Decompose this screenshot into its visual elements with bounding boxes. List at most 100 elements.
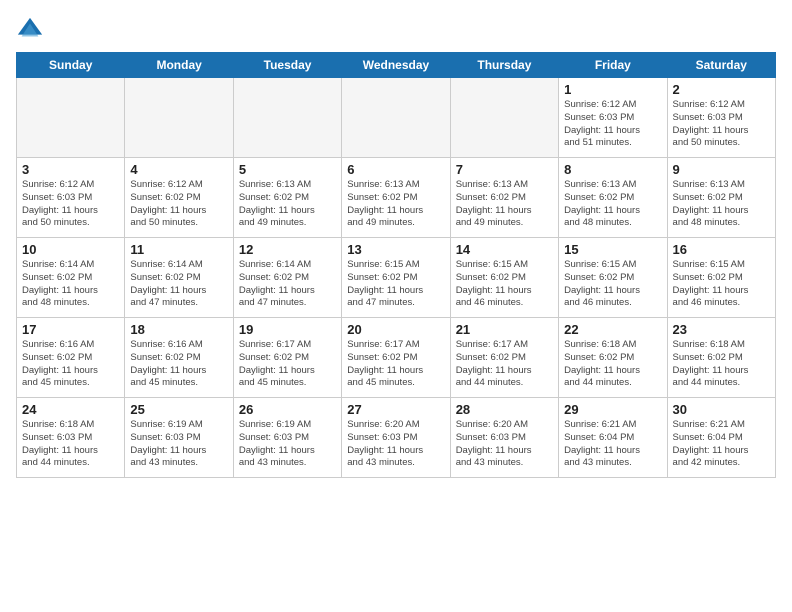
weekday-thursday: Thursday [450,53,558,78]
calendar-cell: 15 Sunrise: 6:15 AM Sunset: 6:02 PM Dayli… [559,238,667,318]
week-row-5: 24 Sunrise: 6:18 AM Sunset: 6:03 PM Dayli… [17,398,776,478]
calendar-cell: 8Sunrise: 6:13 AM Sunset: 6:02 PM Daylig… [559,158,667,238]
calendar-cell [125,78,233,158]
calendar-cell: 17 Sunrise: 6:16 AM Sunset: 6:02 PM Dayli… [17,318,125,398]
day-number: 26 [239,402,336,417]
day-number: 2 [673,82,770,97]
day-info: Sunrise: 6:13 AM Sunset: 6:02 PM Dayligh… [347,179,444,230]
day-number: 30 [673,402,770,417]
day-info: Sunrise: 6:20 AM Sunset: 6:03 PM Dayligh… [347,419,444,470]
calendar-cell: 24 Sunrise: 6:18 AM Sunset: 6:03 PM Dayli… [17,398,125,478]
week-row-1: 1Sunrise: 6:12 AM Sunset: 6:03 PM Daylig… [17,78,776,158]
calendar-cell: 16 Sunrise: 6:15 AM Sunset: 6:02 PM Dayli… [667,238,775,318]
calendar-cell: 27 Sunrise: 6:20 AM Sunset: 6:03 PM Dayli… [342,398,450,478]
day-info: Sunrise: 6:13 AM Sunset: 6:02 PM Dayligh… [564,179,661,230]
day-number: 27 [347,402,444,417]
calendar-body: 1Sunrise: 6:12 AM Sunset: 6:03 PM Daylig… [17,78,776,478]
day-number: 12 [239,242,336,257]
calendar-cell [342,78,450,158]
calendar-cell [17,78,125,158]
calendar-table: SundayMondayTuesdayWednesdayThursdayFrid… [16,52,776,478]
calendar-cell: 26Sunrise: 6:19 AM Sunset: 6:03 PM Dayli… [233,398,341,478]
day-info: Sunrise: 6:17 AM Sunset: 6:02 PM Dayligh… [347,339,444,390]
weekday-wednesday: Wednesday [342,53,450,78]
day-info: Sunrise: 6:14 AM Sunset: 6:02 PM Dayligh… [22,259,119,310]
day-number: 9 [673,162,770,177]
calendar-cell: 10Sunrise: 6:14 AM Sunset: 6:02 PM Dayli… [17,238,125,318]
calendar-cell [233,78,341,158]
day-info: Sunrise: 6:15 AM Sunset: 6:02 PM Dayligh… [673,259,770,310]
weekday-saturday: Saturday [667,53,775,78]
calendar-cell: 12Sunrise: 6:14 AM Sunset: 6:02 PM Dayli… [233,238,341,318]
day-info: Sunrise: 6:18 AM Sunset: 6:02 PM Dayligh… [673,339,770,390]
day-info: Sunrise: 6:15 AM Sunset: 6:02 PM Dayligh… [564,259,661,310]
day-number: 23 [673,322,770,337]
calendar-cell: 28 Sunrise: 6:20 AM Sunset: 6:03 PM Dayli… [450,398,558,478]
day-number: 5 [239,162,336,177]
logo [16,16,48,44]
day-number: 13 [347,242,444,257]
day-number: 7 [456,162,553,177]
day-info: Sunrise: 6:15 AM Sunset: 6:02 PM Dayligh… [456,259,553,310]
day-info: Sunrise: 6:12 AM Sunset: 6:03 PM Dayligh… [564,99,661,150]
weekday-monday: Monday [125,53,233,78]
day-number: 28 [456,402,553,417]
day-info: Sunrise: 6:16 AM Sunset: 6:02 PM Dayligh… [130,339,227,390]
calendar-cell: 22 Sunrise: 6:18 AM Sunset: 6:02 PM Dayli… [559,318,667,398]
day-info: Sunrise: 6:20 AM Sunset: 6:03 PM Dayligh… [456,419,553,470]
day-info: Sunrise: 6:14 AM Sunset: 6:02 PM Dayligh… [130,259,227,310]
calendar-cell: 25 Sunrise: 6:19 AM Sunset: 6:03 PM Dayli… [125,398,233,478]
calendar-cell: 19 Sunrise: 6:17 AM Sunset: 6:02 PM Dayli… [233,318,341,398]
calendar-cell: 1Sunrise: 6:12 AM Sunset: 6:03 PM Daylig… [559,78,667,158]
day-info: Sunrise: 6:19 AM Sunset: 6:03 PM Dayligh… [130,419,227,470]
day-number: 21 [456,322,553,337]
day-number: 15 [564,242,661,257]
day-info: Sunrise: 6:12 AM Sunset: 6:03 PM Dayligh… [673,99,770,150]
calendar-cell: 21 Sunrise: 6:17 AM Sunset: 6:02 PM Dayli… [450,318,558,398]
calendar-cell: 14 Sunrise: 6:15 AM Sunset: 6:02 PM Dayli… [450,238,558,318]
day-info: Sunrise: 6:17 AM Sunset: 6:02 PM Dayligh… [239,339,336,390]
weekday-header-row: SundayMondayTuesdayWednesdayThursdayFrid… [17,53,776,78]
day-number: 17 [22,322,119,337]
day-info: Sunrise: 6:17 AM Sunset: 6:02 PM Dayligh… [456,339,553,390]
day-number: 4 [130,162,227,177]
weekday-sunday: Sunday [17,53,125,78]
day-info: Sunrise: 6:21 AM Sunset: 6:04 PM Dayligh… [673,419,770,470]
day-info: Sunrise: 6:13 AM Sunset: 6:02 PM Dayligh… [673,179,770,230]
logo-icon [16,16,44,44]
day-info: Sunrise: 6:12 AM Sunset: 6:03 PM Dayligh… [22,179,119,230]
calendar-cell: 9 Sunrise: 6:13 AM Sunset: 6:02 PM Daylig… [667,158,775,238]
day-number: 19 [239,322,336,337]
day-number: 20 [347,322,444,337]
day-number: 6 [347,162,444,177]
calendar-cell: 23 Sunrise: 6:18 AM Sunset: 6:02 PM Dayli… [667,318,775,398]
calendar-cell: 3 Sunrise: 6:12 AM Sunset: 6:03 PM Daylig… [17,158,125,238]
page-header [16,16,776,44]
weekday-tuesday: Tuesday [233,53,341,78]
day-number: 29 [564,402,661,417]
day-info: Sunrise: 6:18 AM Sunset: 6:03 PM Dayligh… [22,419,119,470]
week-row-4: 17 Sunrise: 6:16 AM Sunset: 6:02 PM Dayli… [17,318,776,398]
day-number: 11 [130,242,227,257]
day-info: Sunrise: 6:15 AM Sunset: 6:02 PM Dayligh… [347,259,444,310]
calendar-cell: 6 Sunrise: 6:13 AM Sunset: 6:02 PM Daylig… [342,158,450,238]
day-number: 18 [130,322,227,337]
day-info: Sunrise: 6:21 AM Sunset: 6:04 PM Dayligh… [564,419,661,470]
day-info: Sunrise: 6:12 AM Sunset: 6:02 PM Dayligh… [130,179,227,230]
calendar-cell: 29 Sunrise: 6:21 AM Sunset: 6:04 PM Dayli… [559,398,667,478]
day-info: Sunrise: 6:13 AM Sunset: 6:02 PM Dayligh… [239,179,336,230]
day-number: 14 [456,242,553,257]
day-number: 25 [130,402,227,417]
day-number: 16 [673,242,770,257]
calendar-cell: 30 Sunrise: 6:21 AM Sunset: 6:04 PM Dayli… [667,398,775,478]
calendar-cell: 7Sunrise: 6:13 AM Sunset: 6:02 PM Daylig… [450,158,558,238]
calendar-cell: 11 Sunrise: 6:14 AM Sunset: 6:02 PM Dayli… [125,238,233,318]
day-info: Sunrise: 6:16 AM Sunset: 6:02 PM Dayligh… [22,339,119,390]
week-row-3: 10Sunrise: 6:14 AM Sunset: 6:02 PM Dayli… [17,238,776,318]
day-number: 22 [564,322,661,337]
calendar-cell: 13 Sunrise: 6:15 AM Sunset: 6:02 PM Dayli… [342,238,450,318]
day-number: 24 [22,402,119,417]
week-row-2: 3 Sunrise: 6:12 AM Sunset: 6:03 PM Daylig… [17,158,776,238]
day-number: 3 [22,162,119,177]
day-info: Sunrise: 6:18 AM Sunset: 6:02 PM Dayligh… [564,339,661,390]
